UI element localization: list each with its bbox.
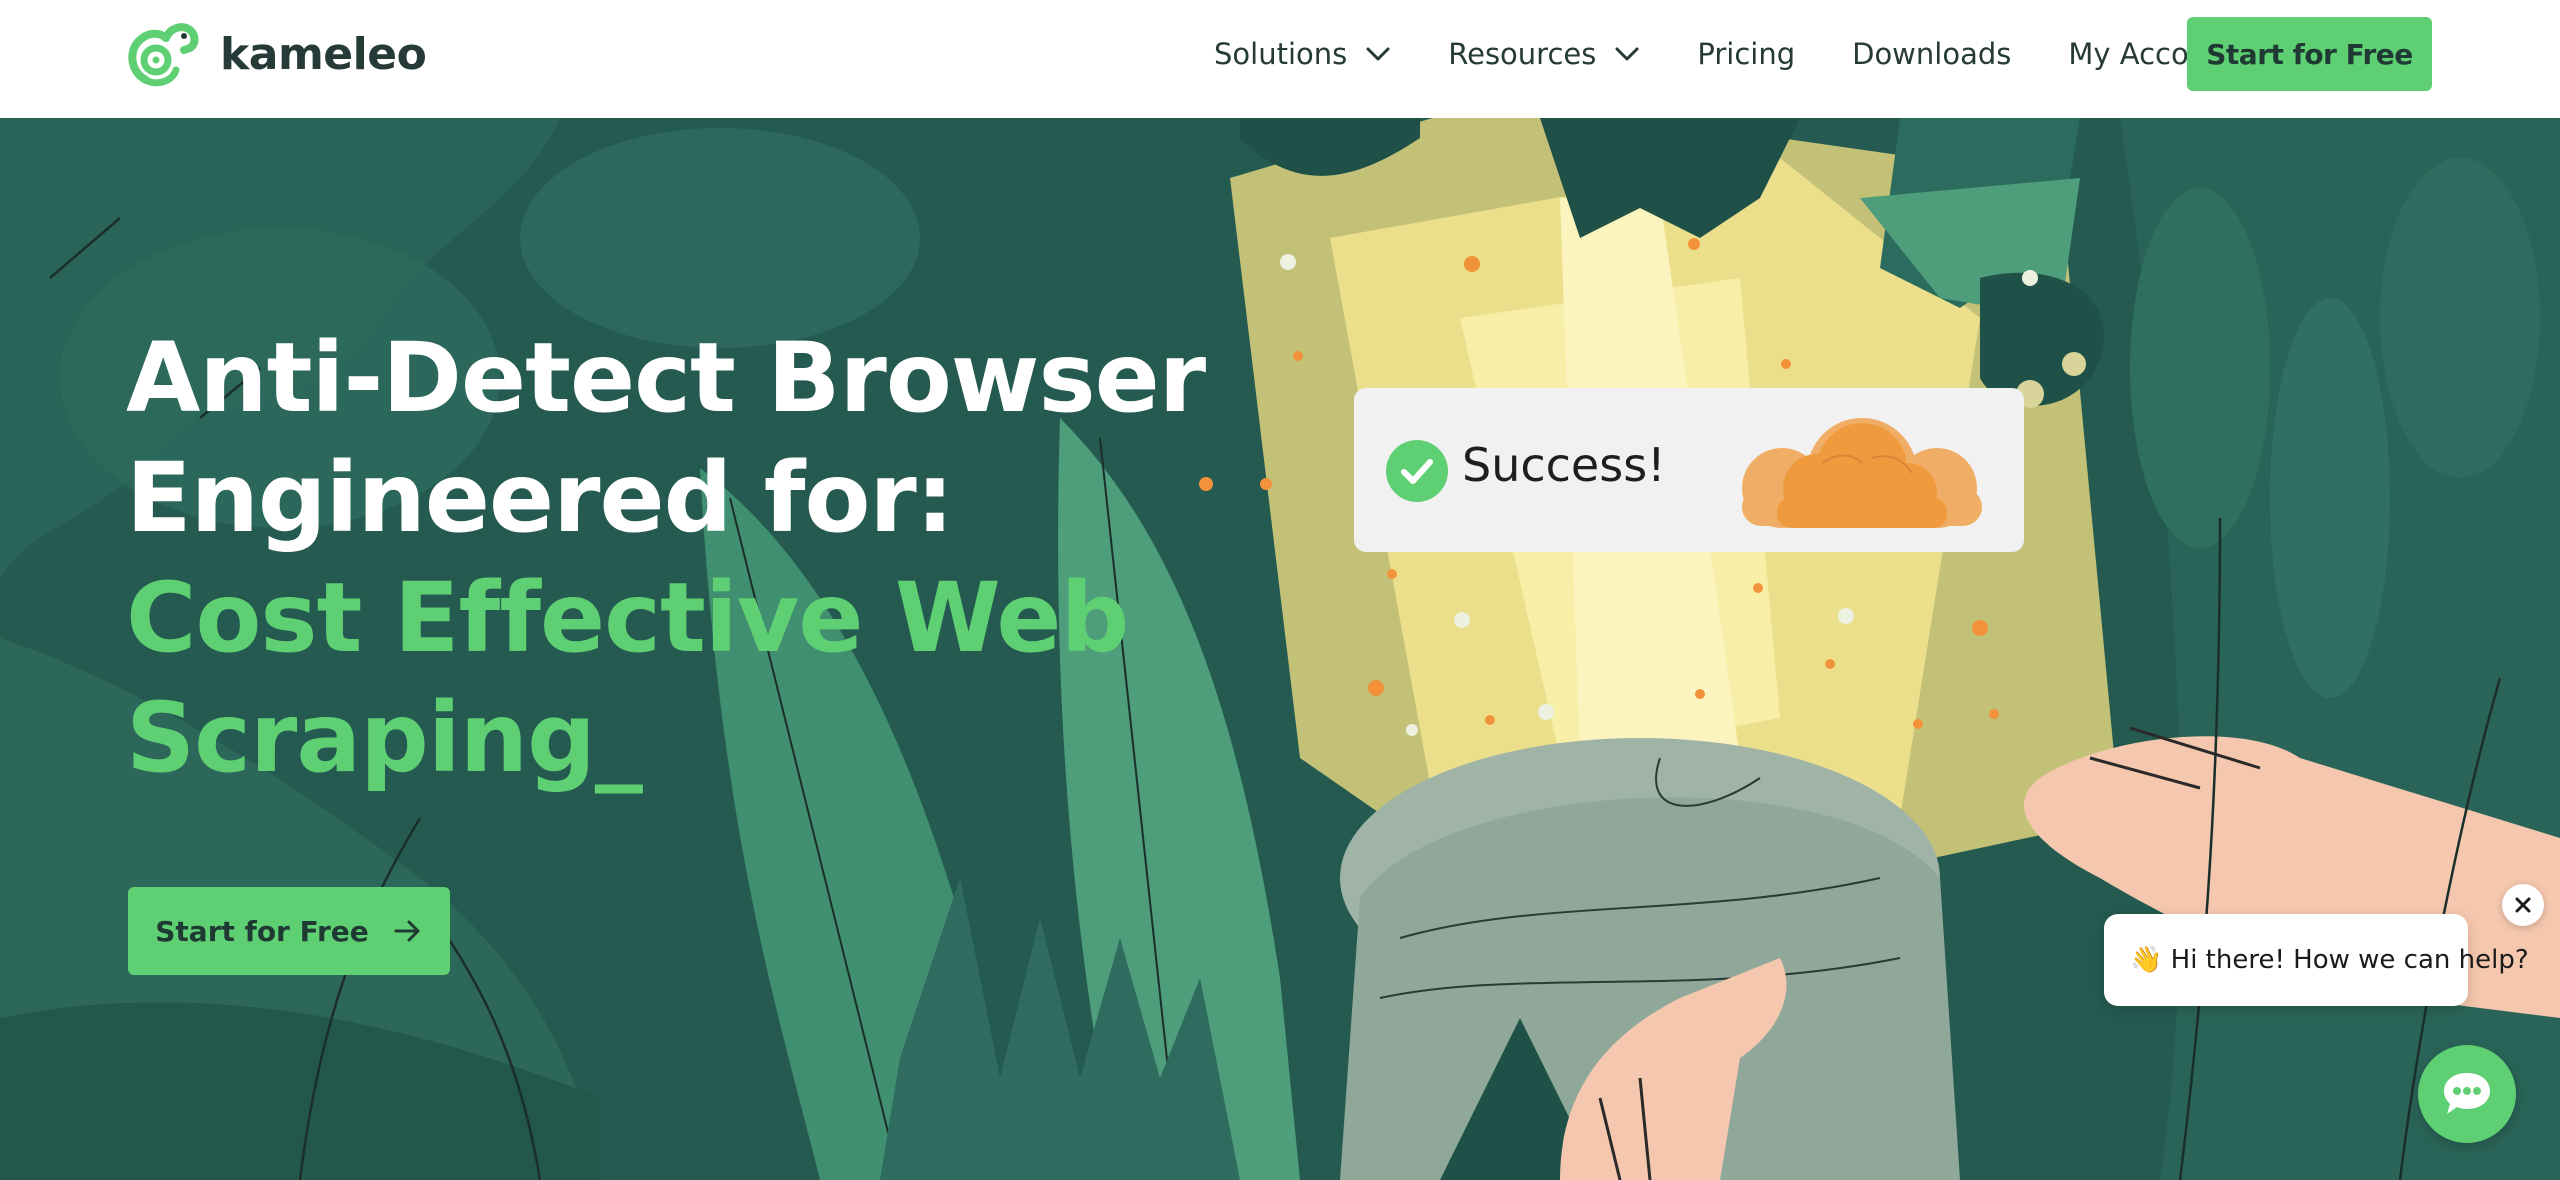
headline-highlight-line-2: Scraping_ (126, 682, 643, 794)
nav-item-resources[interactable]: Resources (1448, 37, 1640, 71)
nav-item-label: Resources (1448, 37, 1597, 71)
chat-greeting-bubble[interactable]: 👋 Hi there! How we can help? (2104, 914, 2529, 1006)
logo[interactable]: kameleo (126, 20, 427, 88)
chevron-down-icon (1615, 47, 1639, 61)
start-for-free-nav-button[interactable]: Start for Free (2187, 17, 2432, 91)
nav-item-downloads[interactable]: Downloads (1852, 37, 2011, 71)
chevron-down-icon (1366, 47, 1390, 61)
nav-item-label: Downloads (1852, 37, 2012, 71)
close-icon (2515, 897, 2531, 913)
check-circle-icon (1386, 440, 1448, 502)
success-text: Success! (1462, 438, 1666, 492)
main-nav: Solutions Resources Pricing Downloads My… (1214, 0, 2294, 108)
top-navbar: kameleo Solutions Resources Pricing Down… (0, 0, 2560, 118)
hero-headline: Anti-Detect Browser Engineered for: Cost… (126, 318, 1206, 798)
headline-line-1: Anti-Detect Browser (126, 322, 1206, 434)
success-card: Success! (1354, 388, 2024, 552)
chat-icon (2444, 1073, 2490, 1114)
nav-item-label: Pricing (1697, 37, 1796, 71)
headline-line-2: Engineered for: (126, 442, 954, 554)
hero-section: Anti-Detect Browser Engineered for: Cost… (0, 118, 2560, 1180)
logo-wordmark: kameleo (220, 28, 427, 80)
arrow-right-icon (394, 920, 420, 942)
chat-launcher-button[interactable] (2418, 1045, 2516, 1143)
cloud-icon (1742, 418, 1982, 528)
nav-item-label: Solutions (1214, 37, 1348, 71)
start-for-free-hero-button[interactable]: Start for Free (128, 887, 450, 975)
chameleon-logo-icon (128, 23, 199, 87)
hero-cta-label: Start for Free (155, 914, 369, 948)
nav-item-solutions[interactable]: Solutions (1214, 37, 1391, 71)
chat-close-button[interactable] (2502, 884, 2544, 926)
headline-highlight-line-1: Cost Effective Web (126, 562, 1129, 674)
nav-item-pricing[interactable]: Pricing (1697, 37, 1795, 71)
